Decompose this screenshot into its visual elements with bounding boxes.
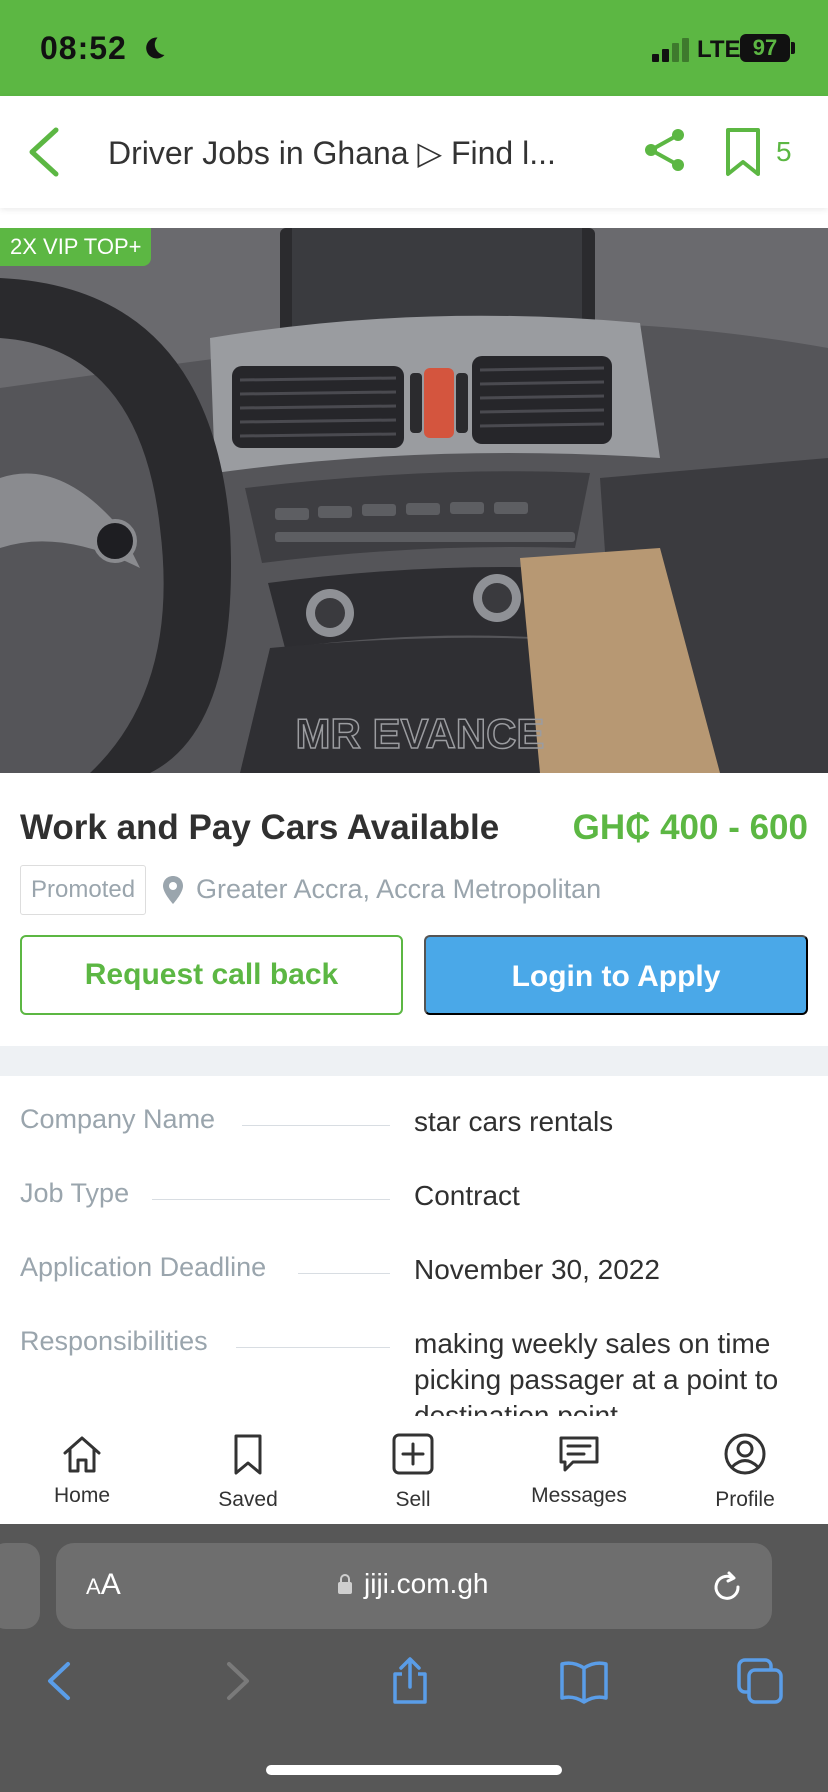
detail-label: Responsibilities [20,1326,228,1357]
dotted-leader [236,1326,390,1348]
page-header: Driver Jobs in Ghana ▷ Find l... 5 [0,96,828,208]
nav-label: Home [53,1484,111,1507]
car-interior-image: MR EVANCE [0,228,828,773]
detail-value: making weekly sales on time picking pass… [414,1328,779,1416]
plus-square-icon [392,1433,434,1475]
nav-sell[interactable]: Sell [343,1416,483,1524]
detail-label: Application Deadline [20,1252,287,1283]
listing-photo[interactable]: MR EVANCE [0,228,828,773]
battery-tip [791,42,795,54]
watermark-text: MR EVANCE [296,710,545,757]
job-details: Company Name star cars rentals Job Type … [0,1076,828,1416]
nav-label: Profile [715,1488,775,1511]
bottom-navigation: Home Saved Sell Messages Profile [0,1416,828,1524]
signal-icon [652,38,689,62]
detail-row: Application Deadline November 30, 2022 [0,1252,828,1312]
moon-icon [146,37,165,59]
url-text[interactable]: jiji.com.gh [364,1568,488,1600]
detail-row: Company Name star cars rentals [0,1104,828,1164]
profile-icon [724,1433,766,1475]
bookmarks-book-icon[interactable] [559,1656,609,1706]
home-indicator [266,1765,562,1775]
reload-icon[interactable] [710,1570,744,1604]
request-callback-button[interactable]: Request call back [20,935,403,1015]
share-icon[interactable] [642,126,688,174]
detail-label: Company Name [20,1104,236,1135]
browser-forward-icon[interactable] [211,1656,261,1706]
bookmark-icon[interactable] [722,126,764,178]
dotted-leader [152,1178,390,1200]
detail-value: Contract [414,1180,520,1211]
nav-saved[interactable]: Saved [178,1416,318,1524]
detail-value: November 30, 2022 [414,1254,660,1285]
section-divider [0,1046,828,1076]
location-pin-icon [163,876,183,904]
back-arrow-icon[interactable] [22,124,66,180]
previous-tab-peek[interactable] [0,1543,40,1629]
dotted-leader [298,1252,390,1274]
text-size-button[interactable]: AA [86,1568,121,1602]
nav-label: Messages [531,1484,627,1507]
vip-badge: 2X VIP TOP+ [0,228,152,266]
listing-title: Work and Pay Cars Available [20,808,500,847]
detail-label: Job Type [20,1178,150,1209]
login-to-apply-button[interactable]: Login to Apply [424,935,808,1015]
share-sheet-icon[interactable] [385,1656,435,1706]
nav-profile[interactable]: Profile [675,1416,815,1524]
bookmark-icon [234,1434,262,1475]
nav-label: Saved [218,1488,278,1511]
promoted-badge: Promoted [20,865,147,915]
saved-count: 5 [776,136,792,167]
message-icon [559,1436,599,1472]
dotted-leader [242,1104,390,1126]
status-time: 08:52 [40,30,127,66]
battery-indicator: 97 [740,34,790,62]
tabs-icon[interactable] [735,1656,785,1706]
nav-home[interactable]: Home [12,1416,152,1524]
lock-icon [338,1574,352,1594]
detail-value: star cars rentals [414,1106,614,1137]
detail-row: Job Type Contract [0,1178,828,1238]
detail-row: Responsibilities making weekly sales on … [0,1326,828,1416]
listing-price: GH₵ 400 - 600 [572,808,808,847]
page-title: Driver Jobs in Ghana ▷ Find l... [108,135,556,171]
listing-location: Greater Accra, Accra Metropolitan [196,874,602,904]
home-icon [63,1436,101,1473]
nav-label: Sell [395,1488,431,1511]
browser-back-icon[interactable] [36,1656,86,1706]
nav-messages[interactable]: Messages [509,1416,649,1524]
network-label: LTE [697,36,741,63]
